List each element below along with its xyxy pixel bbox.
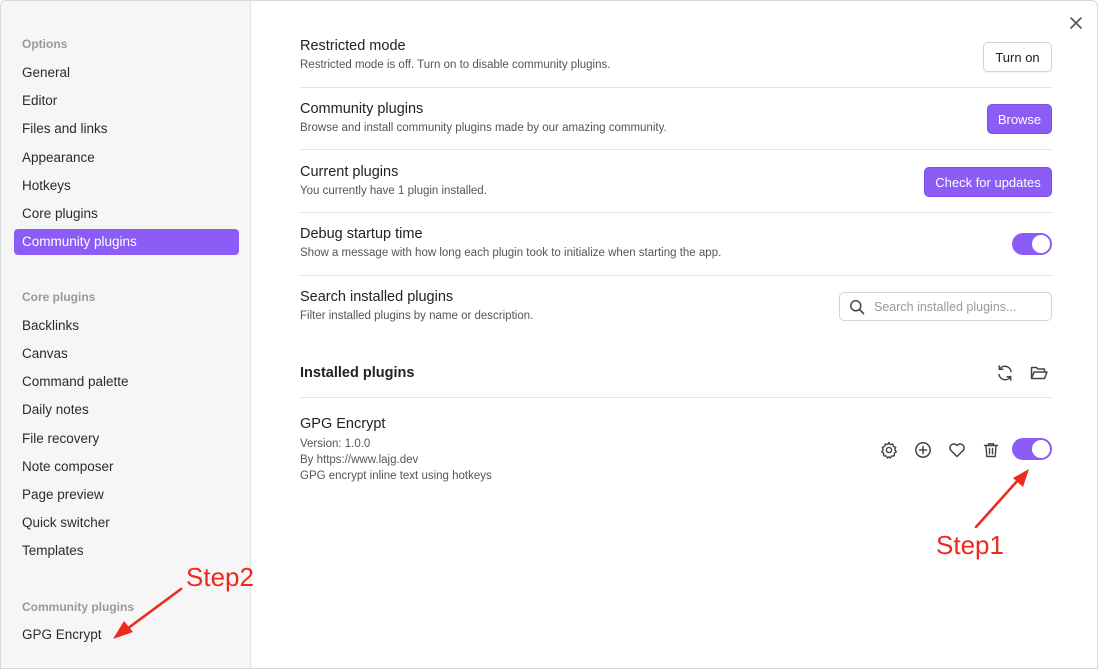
sidebar-item-files-and-links[interactable]: Files and links — [14, 116, 239, 142]
setting-debug-startup-time: Debug startup time Show a message with h… — [300, 226, 1052, 259]
turn-on-button[interactable]: Turn on — [983, 42, 1052, 72]
installed-plugins-heading: Installed plugins — [300, 365, 415, 381]
divider — [300, 149, 1052, 150]
toggle-knob — [1032, 235, 1050, 253]
setting-name: Restricted mode — [300, 38, 406, 54]
setting-name: Debug startup time — [300, 226, 423, 242]
search-icon — [849, 299, 865, 315]
sidebar-item-community-plugins[interactable]: Community plugins — [14, 229, 239, 255]
divider — [300, 87, 1052, 88]
settings-modal: Options General Editor Files and links A… — [0, 0, 1098, 669]
step2-arrow — [113, 587, 183, 639]
sidebar-heading-core-plugins: Core plugins — [22, 290, 96, 304]
toggle-knob — [1032, 440, 1050, 458]
search-box — [839, 292, 1052, 321]
sidebar-item-core-plugins[interactable]: Core plugins — [14, 201, 239, 227]
browse-button[interactable]: Browse — [987, 104, 1052, 134]
plugin-author: By https://www.lajg.dev — [300, 454, 419, 466]
divider — [300, 212, 1052, 213]
setting-description: Browse and install community plugins mad… — [300, 122, 667, 134]
sidebar-item-command-palette[interactable]: Command palette — [14, 369, 239, 395]
sidebar-item-editor[interactable]: Editor — [14, 88, 239, 114]
sidebar-item-appearance[interactable]: Appearance — [14, 145, 239, 171]
sidebar-item-general[interactable]: General — [14, 60, 239, 86]
folder-open-icon[interactable] — [1029, 363, 1049, 383]
check-for-updates-button[interactable]: Check for updates — [924, 167, 1052, 197]
gpg-encrypt-enable-toggle[interactable] — [1012, 438, 1052, 460]
sidebar-item-hotkeys[interactable]: Hotkeys — [14, 173, 239, 199]
sidebar-item-backlinks[interactable]: Backlinks — [14, 313, 239, 339]
plugin-name: GPG Encrypt — [300, 416, 386, 432]
sidebar-item-file-recovery[interactable]: File recovery — [14, 426, 239, 452]
plugin-description: GPG encrypt inline text using hotkeys — [300, 470, 492, 482]
gear-icon[interactable] — [879, 440, 899, 460]
sidebar-item-quick-switcher[interactable]: Quick switcher — [14, 510, 239, 536]
sidebar-heading-options: Options — [22, 37, 68, 51]
sidebar-item-page-preview[interactable]: Page preview — [14, 482, 239, 508]
search-installed-plugins-input[interactable] — [874, 298, 1044, 316]
step2-label: Step2 — [186, 562, 254, 592]
setting-name: Community plugins — [300, 101, 424, 117]
debug-startup-toggle[interactable] — [1012, 233, 1052, 255]
sidebar-item-canvas[interactable]: Canvas — [14, 341, 239, 367]
heart-icon[interactable] — [947, 440, 967, 460]
divider — [300, 397, 1052, 398]
step1-label: Step1 — [936, 530, 1004, 560]
setting-description: Show a message with how long each plugin… — [300, 247, 722, 259]
plus-circle-icon[interactable] — [913, 440, 933, 460]
setting-community-plugins: Community plugins Browse and install com… — [300, 101, 1052, 134]
reload-icon[interactable] — [995, 363, 1015, 383]
step1-arrow — [974, 469, 1029, 529]
close-icon[interactable] — [1067, 14, 1085, 32]
plugin-version: Version: 1.0.0 — [300, 438, 371, 450]
sidebar-item-note-composer[interactable]: Note composer — [14, 454, 239, 480]
sidebar-item-templates[interactable]: Templates — [14, 538, 239, 564]
setting-restricted-mode: Restricted mode Restricted mode is off. … — [300, 38, 1052, 71]
divider — [300, 275, 1052, 276]
setting-description: Restricted mode is off. Turn on to disab… — [300, 59, 611, 71]
trash-icon[interactable] — [981, 440, 1001, 460]
sidebar-item-daily-notes[interactable]: Daily notes — [14, 397, 239, 423]
